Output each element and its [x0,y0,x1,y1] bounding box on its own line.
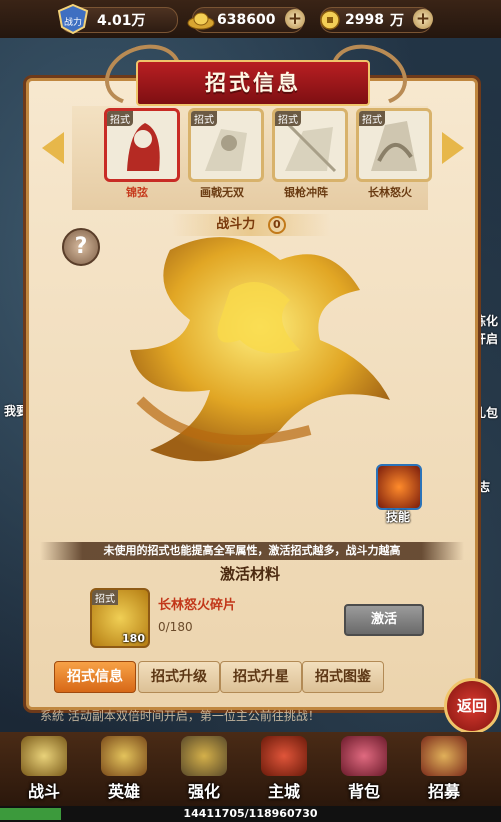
gold-pill: 638600 + [187,7,305,33]
scroll-right-arrow-icon[interactable] [442,132,464,164]
material-name: 长林怒火碎片 [158,598,237,613]
coin-icon [320,10,340,30]
scroll-left-arrow-icon[interactable] [42,132,64,164]
gold-value: 638600 [217,12,276,28]
skill-card-tag: 招式 [107,111,133,126]
nav-backpack-label: 背包 [347,782,380,801]
nav-main-city-label: 主城 [267,782,300,801]
skill-card-2[interactable]: 招式 [188,108,264,182]
nav-battle-label: 战斗 [27,782,60,801]
skill-info-hint: 未使用的招式也能提高全军属性，激活招式越多，战斗力越高 [40,542,464,560]
nav-backpack[interactable]: 背包 [326,736,402,804]
side-label-left[interactable]: 我要 [4,402,28,419]
golden-dragon-art [130,237,390,462]
skill-label: 技能 [385,510,410,524]
skill-card-2-name: 画戟无双 [200,186,244,199]
skill-flame-icon[interactable] [376,464,422,510]
help-icon[interactable]: ? [62,228,100,266]
skill-card-4-name: 长林怒火 [368,186,412,199]
material-tag: 招式 [92,590,118,605]
combat-badge-icon: 战力 [57,3,89,35]
hammer-anvil-icon [181,736,227,776]
add-coin-button[interactable]: + [413,9,433,29]
materials-title: 激活材料 [219,565,280,583]
material-required-count: 180 [122,632,145,645]
skill-card-3-name: 银枪冲阵 [284,186,328,199]
nav-enhance-label: 强化 [187,782,220,801]
nav-battle[interactable]: 战斗 [6,736,82,804]
skill-card-3[interactable]: 招式 [272,108,348,182]
skill-card-tag: 招式 [191,111,217,126]
activate-button[interactable]: 激活 [344,604,424,636]
skill-card-1[interactable]: 招式 [104,108,180,182]
tab-skill-star[interactable]: 招式升星 [220,661,302,693]
drum-icon [421,736,467,776]
combat-badge-label: 战力 [64,16,82,28]
nav-hero-label: 英雄 [107,782,140,801]
skill-card-tag: 招式 [359,111,385,126]
coin-unit: 万 [389,13,404,29]
nav-enhance[interactable]: 强化 [166,736,242,804]
material-fragment-icon[interactable]: 招式 180 [90,588,150,648]
add-gold-button[interactable]: + [285,9,305,29]
backpack-icon [341,736,387,776]
castle-icon [261,736,307,776]
system-marquee: 系統 活动副本双倍时间开启，第一位主公前往挑战！ [40,709,320,723]
coin-pill: 2998 万 + [320,7,433,33]
crossed-swords-icon [21,736,67,776]
combat-power-value: 4.01万 [97,13,146,29]
material-progress: 0/180 [158,620,193,634]
nav-hero[interactable]: 英雄 [86,736,162,804]
panel-title: 招式信息 [136,60,370,106]
gold-ingot-icon [187,12,215,30]
side-label-right-4[interactable]: 志 [478,478,490,495]
back-button[interactable]: 返回 [444,678,500,734]
exp-text: 14411705/118960730 [183,807,318,820]
tab-skill-upgrade[interactable]: 招式升级 [138,661,220,693]
nav-recruit-label: 招募 [427,782,460,801]
skill-card-1-name: 锦弦 [126,186,148,199]
nav-recruit[interactable]: 招募 [406,736,482,804]
nav-main-city[interactable]: 主城 [246,736,322,804]
tab-skill-info[interactable]: 招式信息 [54,661,136,693]
skill-card-tag: 招式 [275,111,301,126]
tab-skill-gallery[interactable]: 招式图鉴 [302,661,384,693]
hero-helmet-icon [101,736,147,776]
skill-card-4[interactable]: 招式 [356,108,432,182]
coin-value: 2998 [345,12,384,28]
